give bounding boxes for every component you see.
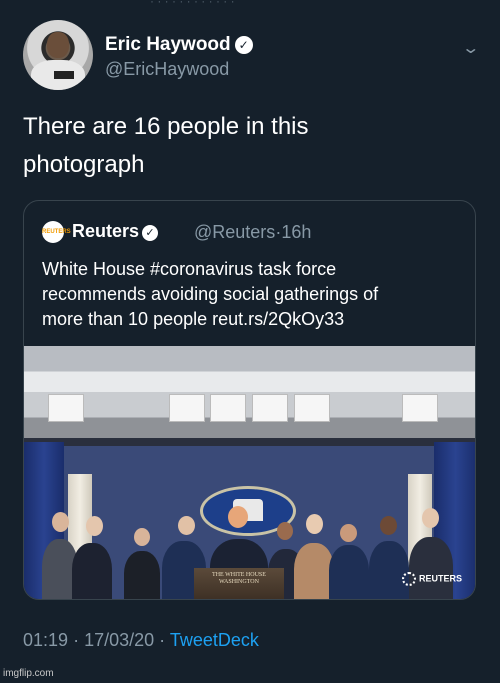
reuters-watermark-text: REUTERS (419, 573, 463, 584)
person (72, 543, 112, 599)
quoted-author-name[interactable]: Reuters ✓ (72, 221, 159, 242)
tweet-time[interactable]: 01:19 (23, 630, 68, 650)
person (369, 541, 409, 599)
separator-dot: · (159, 630, 166, 650)
tweet-text-line: photograph (23, 151, 145, 178)
person-head (277, 522, 293, 540)
author-handle[interactable]: @EricHaywood (105, 59, 229, 80)
separator-dot: · (73, 630, 80, 650)
quoted-tweet-photo[interactable]: THE WHITE HOUSE WASHINGTON REUTERS (24, 346, 475, 599)
person-head (86, 516, 103, 536)
quoted-timestamp[interactable]: 16h (281, 222, 311, 242)
verified-badge-icon: ✓ (142, 225, 159, 241)
person (294, 543, 334, 599)
ceiling-light (210, 394, 246, 422)
person-head (380, 516, 397, 535)
person-head (178, 516, 195, 535)
person-head (340, 524, 357, 542)
tweet-source-link[interactable]: TweetDeck (170, 630, 259, 650)
quoted-tweet-header: REUTERS Reuters ✓ @Reuters·16h (42, 221, 462, 243)
avatar-face (47, 32, 69, 58)
ceiling-light (402, 394, 438, 422)
ceiling-light (294, 394, 330, 422)
verified-badge-icon: ✓ (234, 36, 253, 54)
person-head (306, 514, 323, 534)
author-name-text[interactable]: Eric Haywood (105, 34, 231, 55)
quoted-tweet-text: White House #coronavirus task force reco… (42, 257, 462, 332)
person (124, 551, 160, 599)
ceiling-light (169, 394, 205, 422)
person-head (228, 506, 248, 528)
tweet-header: Eric Haywood ✓ @EricHaywood ⌄ (23, 20, 483, 90)
previous-tweet-edge: · · · · · · · · · · · · (150, 0, 235, 8)
podium-label-line: WASHINGTON (219, 579, 259, 585)
site-watermark: imgflip.com (3, 668, 54, 679)
quoted-tweet[interactable]: REUTERS Reuters ✓ @Reuters·16h White Hous… (23, 200, 476, 600)
person (409, 537, 453, 599)
tweet-text-line: There are 16 people in this (23, 113, 309, 140)
avatar-shirt-logo (54, 71, 74, 79)
author-name[interactable]: Eric Haywood ✓ (105, 34, 253, 56)
person-head (422, 508, 439, 528)
quoted-text-line[interactable]: more than 10 people reut.rs/2QkOy33 (42, 307, 462, 332)
quoted-author-name-text[interactable]: Reuters (72, 221, 139, 241)
person (329, 545, 369, 599)
person-head (52, 512, 69, 532)
podium-label: THE WHITE HOUSE WASHINGTON (209, 572, 269, 586)
reuters-logo-icon[interactable]: REUTERS (42, 221, 71, 243)
reuters-photo-watermark: REUTERS (402, 572, 462, 586)
podium-label-line: THE WHITE HOUSE (212, 572, 266, 578)
avatar[interactable] (23, 20, 93, 90)
quoted-handle-text[interactable]: @Reuters (194, 222, 275, 242)
reuters-dot-logo-icon (402, 572, 416, 586)
tweet-text: There are 16 people in this photograph (23, 108, 473, 184)
quoted-text-line: White House #coronavirus task force (42, 259, 337, 279)
chevron-down-icon[interactable]: ⌄ (461, 38, 480, 58)
ceiling-light (252, 394, 288, 422)
tweet-meta: 01:19 · 17/03/20 · TweetDeck (23, 630, 259, 651)
tweet-date[interactable]: 17/03/20 (84, 630, 154, 650)
ceiling-light (48, 394, 84, 422)
person-head (134, 528, 150, 546)
quoted-author-handle[interactable]: @Reuters·16h (194, 222, 311, 243)
quoted-text-line: recommends avoiding social gatherings of (42, 284, 379, 304)
